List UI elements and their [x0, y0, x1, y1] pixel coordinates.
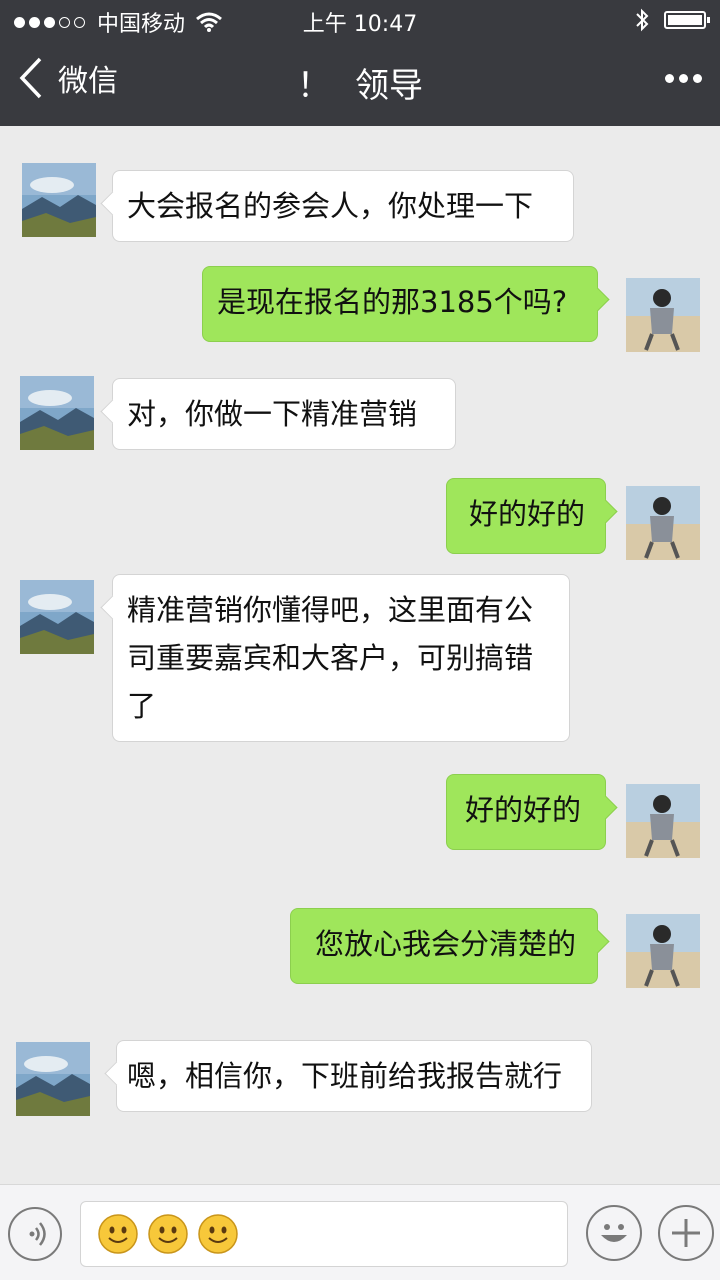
user-avatar[interactable]	[626, 278, 700, 352]
message-line: 了	[127, 689, 157, 723]
bluetooth-icon	[636, 8, 649, 32]
user-avatar[interactable]	[626, 784, 700, 858]
emoji-button[interactable]	[586, 1205, 642, 1261]
smiley-icon	[198, 1214, 238, 1254]
message-line: 司重要嘉宾和大客户，可别搞错	[127, 641, 534, 675]
user-avatar[interactable]	[626, 914, 700, 988]
message-bubble-incoming[interactable]: 嗯，相信你，下班前给我报告就行	[116, 1040, 592, 1112]
message-line: 精准营销你懂得吧，这里面有公	[127, 593, 534, 627]
battery-icon	[664, 11, 710, 29]
chat-title: ！ 领导	[0, 58, 720, 107]
more-dots-icon[interactable]	[660, 74, 702, 83]
voice-button[interactable]	[8, 1207, 62, 1261]
title-mark: ！	[297, 66, 331, 106]
message-bubble-incoming[interactable]: 精准营销你懂得吧，这里面有公 司重要嘉宾和大客户，可别搞错 了	[112, 574, 570, 742]
contact-avatar[interactable]	[20, 376, 94, 450]
status-bar: 中国移动 上午 10:47	[0, 0, 720, 40]
input-bar	[0, 1184, 720, 1280]
emoji-face-icon	[601, 1224, 627, 1242]
message-input[interactable]	[80, 1201, 568, 1267]
message-bubble-outgoing[interactable]: 是现在报名的那3185个吗?	[202, 266, 598, 342]
plus-button[interactable]	[658, 1205, 714, 1261]
contact-avatar[interactable]	[20, 580, 94, 654]
user-avatar[interactable]	[626, 486, 700, 560]
contact-avatar[interactable]	[16, 1042, 90, 1116]
smiley-icon	[98, 1214, 138, 1254]
message-bubble-incoming[interactable]: 对，你做一下精准营销	[112, 378, 456, 450]
chat-header: 微信 ！领导	[0, 40, 720, 126]
contact-name: 领导	[355, 66, 423, 106]
status-time: 上午 10:47	[302, 12, 418, 37]
voice-icon	[29, 1222, 46, 1246]
message-bubble-outgoing[interactable]: 好的好的	[446, 478, 606, 554]
message-bubble-outgoing[interactable]: 您放心我会分清楚的	[290, 908, 598, 984]
message-list: 大会报名的参会人，你处理一下 是现在报名的那3185个吗? 对，你做一下精准营销…	[0, 126, 720, 1184]
status-right	[634, 8, 710, 32]
message-bubble-incoming[interactable]: 大会报名的参会人，你处理一下	[112, 170, 574, 242]
message-bubble-outgoing[interactable]: 好的好的	[446, 774, 606, 850]
plus-icon	[672, 1219, 700, 1247]
contact-avatar[interactable]	[22, 163, 96, 237]
smiley-icon	[148, 1214, 188, 1254]
